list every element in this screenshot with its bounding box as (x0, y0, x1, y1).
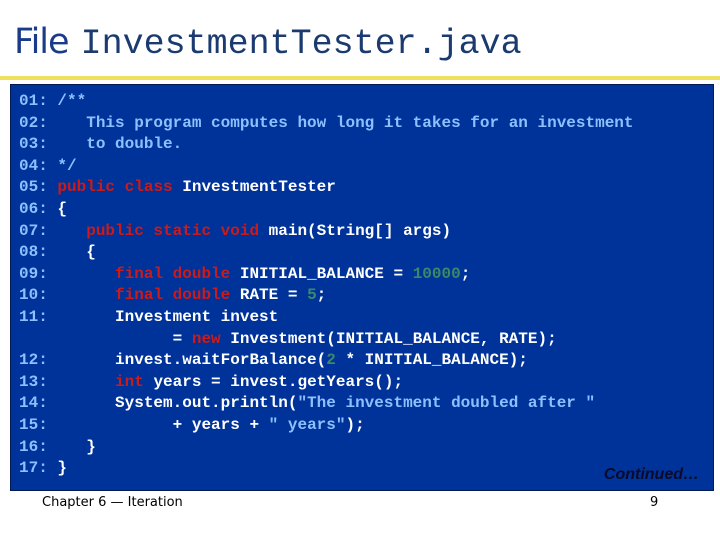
code-line: = new Investment(INITIAL_BALANCE, RATE); (19, 329, 634, 351)
code-text: Investment(INITIAL_BALANCE, RATE); (220, 329, 557, 348)
code-text: years = invest.getYears(); (143, 372, 404, 391)
code-text: main(String[] args) (259, 221, 452, 240)
code-text: ; (316, 286, 327, 305)
line-number: 01: (19, 92, 48, 110)
code-text: { (47, 243, 96, 262)
line-number: 15: (19, 415, 48, 434)
code-text: ; (460, 264, 471, 283)
code-line: 08: { (19, 242, 634, 264)
footer-chapter: Chapter 6 — Iteration (42, 495, 183, 510)
continued-label: Continued… (603, 466, 699, 483)
code-line: 05: public class InvestmentTester (19, 177, 634, 199)
keyword: final double (115, 286, 231, 305)
code-text: + years + (47, 415, 269, 434)
code-line: 03: to double. (19, 134, 634, 156)
code-text: ); (345, 415, 365, 434)
code-line: 12: invest.waitForBalance(2 * INITIAL_BA… (19, 350, 634, 372)
code-line: 01: /** (19, 91, 634, 113)
number-literal: 5 (307, 286, 317, 305)
code-text: } (47, 437, 96, 456)
code-line: 04: */ (19, 156, 634, 178)
number-literal: 2 (326, 351, 336, 370)
line-number: 04: (19, 156, 48, 175)
code-text: RATE = (230, 286, 308, 305)
code-line: 14: System.out.println("The investment d… (19, 393, 634, 415)
code-line: 10: final double RATE = 5; (19, 285, 634, 307)
keyword: public static void (86, 221, 260, 240)
line-number: 05: (19, 178, 48, 197)
code-text: INITIAL_BALANCE = (230, 264, 413, 283)
line-number: 16: (19, 437, 48, 456)
title-prefix: File (14, 22, 70, 62)
code-line: 15: + years + " years"); (19, 415, 634, 437)
string-literal: " years" (268, 415, 346, 434)
line-number: 02: (19, 113, 48, 132)
slide-title: File InvestmentTester.java (14, 22, 522, 72)
line-number: 10: (19, 286, 48, 305)
code-line: 17: } (19, 458, 634, 480)
code-lines: 01: /** 02: This program computes how lon… (19, 91, 634, 480)
comment: */ (47, 156, 77, 175)
code-text: * INITIAL_BALANCE); (335, 351, 528, 370)
line-number: 17: (19, 459, 48, 478)
code-line: 16: } (19, 437, 634, 459)
code-listing: 01: /** 02: This program computes how lon… (10, 84, 714, 491)
comment: This program computes how long it takes … (47, 113, 634, 132)
line-number: 03: (19, 135, 48, 154)
code-text: Investment invest (47, 307, 279, 326)
comment: /** (47, 92, 87, 110)
code-text: { (47, 199, 68, 218)
code-text: invest.waitForBalance( (47, 351, 327, 370)
code-line: 02: This program computes how long it ta… (19, 113, 634, 135)
line-number: 13: (19, 372, 48, 391)
title-filename: InvestmentTester.java (80, 24, 522, 64)
code-text: = (47, 329, 192, 348)
line-number: 08: (19, 243, 48, 262)
keyword: final double (115, 264, 231, 283)
code-text: InvestmentTester (172, 178, 336, 197)
keyword: int (115, 372, 144, 391)
keyword: new (191, 329, 221, 348)
comment: to double. (47, 135, 183, 154)
code-line: 13: int years = invest.getYears(); (19, 372, 634, 394)
code-text: System.out.println( (47, 394, 298, 413)
code-line: 09: final double INITIAL_BALANCE = 10000… (19, 264, 634, 286)
line-number: 06: (19, 199, 48, 218)
line-number: 07: (19, 221, 48, 240)
code-line: 07: public static void main(String[] arg… (19, 221, 634, 243)
line-number: 12: (19, 351, 48, 370)
line-number: 11: (19, 307, 48, 326)
line-number: 09: (19, 264, 48, 283)
code-line: 11: Investment invest (19, 307, 634, 329)
number-literal: 10000 (412, 264, 461, 283)
string-literal: "The investment doubled after " (297, 394, 596, 413)
footer-page-number: 9 (650, 495, 659, 510)
title-divider (0, 76, 720, 80)
line-number (19, 330, 48, 348)
line-number: 14: (19, 394, 48, 413)
keyword: public class (57, 178, 173, 197)
code-text: } (47, 459, 68, 478)
code-line: 06: { (19, 199, 634, 221)
